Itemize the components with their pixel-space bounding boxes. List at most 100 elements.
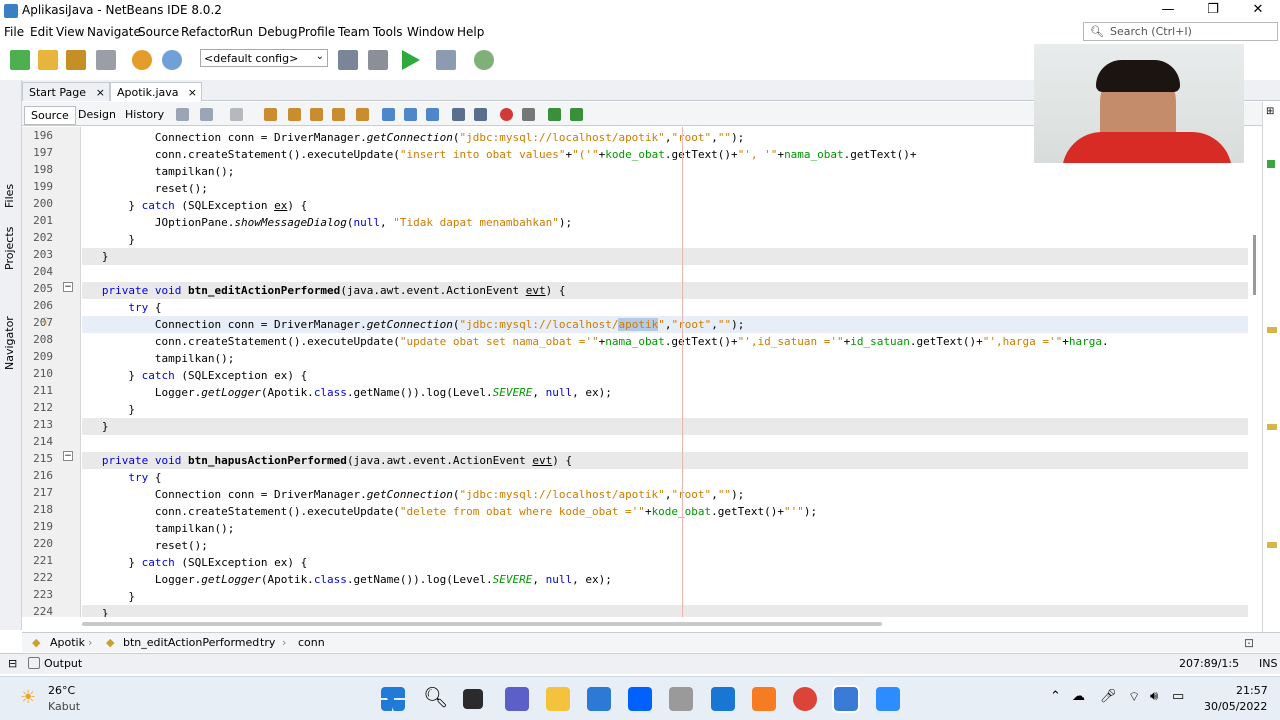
menu-team[interactable]: Team bbox=[338, 25, 370, 39]
record-macro-icon[interactable] bbox=[500, 108, 513, 121]
build-icon[interactable] bbox=[338, 50, 358, 70]
menu-source[interactable]: Source bbox=[138, 25, 179, 39]
menu-tools[interactable]: Tools bbox=[373, 25, 403, 39]
close-icon[interactable]: × bbox=[96, 86, 105, 99]
menu-navigate[interactable]: Navigate bbox=[87, 25, 141, 39]
toggle-bookmark-icon[interactable] bbox=[426, 108, 439, 121]
files-panel-tab[interactable]: Files bbox=[3, 184, 16, 208]
last-edit-icon[interactable] bbox=[176, 108, 189, 121]
hint-bulb-icon[interactable]: 💡︎ bbox=[42, 315, 50, 329]
minimize-button[interactable]: — bbox=[1146, 0, 1190, 22]
toggle-highlight-icon[interactable] bbox=[332, 108, 345, 121]
projects-panel-tab[interactable]: Projects bbox=[3, 227, 16, 270]
weather-temp[interactable]: 26°C bbox=[48, 684, 75, 697]
find-prev-icon[interactable] bbox=[288, 108, 301, 121]
menu-window[interactable]: Window bbox=[407, 25, 454, 39]
uncomment-icon[interactable] bbox=[570, 108, 583, 121]
redo-icon[interactable] bbox=[162, 50, 182, 70]
menu-profile[interactable]: Profile bbox=[298, 25, 335, 39]
file-explorer-icon[interactable] bbox=[546, 687, 570, 711]
virtualbox-icon[interactable] bbox=[832, 685, 860, 713]
task-view-icon[interactable] bbox=[463, 689, 483, 709]
scroll-thumb[interactable] bbox=[82, 622, 882, 626]
code-editor[interactable]: Connection conn = DriverManager.getConne… bbox=[82, 127, 1248, 617]
menu-run[interactable]: Run bbox=[230, 25, 253, 39]
close-window-button[interactable]: ✕ bbox=[1236, 0, 1280, 22]
warning-marker-icon[interactable] bbox=[1267, 424, 1277, 430]
new-project-icon[interactable] bbox=[38, 50, 58, 70]
comment-icon[interactable] bbox=[548, 108, 561, 121]
warning-marker-icon[interactable] bbox=[1267, 542, 1277, 548]
clock-time[interactable]: 21:57 bbox=[1236, 684, 1268, 697]
debug-icon[interactable] bbox=[436, 50, 456, 70]
tab-start-page[interactable]: Start Page × bbox=[22, 82, 110, 101]
xampp-icon[interactable] bbox=[752, 687, 776, 711]
run-icon[interactable] bbox=[402, 50, 420, 70]
store-icon[interactable] bbox=[587, 687, 611, 711]
prev-bookmark-icon[interactable] bbox=[382, 108, 395, 121]
menu-view[interactable]: View bbox=[56, 25, 84, 39]
config-select[interactable]: <default config> ⌄ bbox=[200, 49, 328, 67]
battery-icon[interactable]: ▭ bbox=[1172, 689, 1184, 704]
chrome-icon[interactable] bbox=[793, 687, 817, 711]
search-input[interactable]: 🔍︎ Search (Ctrl+I) bbox=[1083, 22, 1278, 41]
dropbox-icon[interactable] bbox=[628, 687, 652, 711]
breadcrumb-item[interactable]: try bbox=[260, 636, 275, 649]
warning-marker-icon[interactable] bbox=[1267, 327, 1277, 333]
next-bookmark-icon[interactable] bbox=[404, 108, 417, 121]
toggle-rect-select-icon[interactable] bbox=[356, 108, 369, 121]
tab-history[interactable]: History bbox=[119, 106, 170, 123]
cloud-icon[interactable]: ☁ bbox=[1072, 689, 1085, 704]
line-number: 222 bbox=[33, 571, 53, 584]
tab-source[interactable]: Source bbox=[24, 106, 76, 125]
close-icon[interactable]: × bbox=[188, 86, 197, 99]
vertical-scrollbar[interactable] bbox=[1248, 127, 1262, 617]
undo-icon[interactable] bbox=[132, 50, 152, 70]
clean-build-icon[interactable] bbox=[368, 50, 388, 70]
open-project-icon[interactable] bbox=[66, 50, 86, 70]
find-next-icon[interactable] bbox=[310, 108, 323, 121]
maximize-editor-icon[interactable]: ⊞ bbox=[1266, 106, 1274, 117]
fold-toggle-icon[interactable]: − bbox=[63, 282, 73, 292]
maximize-button[interactable]: ❐ bbox=[1191, 0, 1235, 22]
zoom-icon[interactable] bbox=[876, 687, 900, 711]
stop-macro-icon[interactable] bbox=[522, 108, 535, 121]
menu-file[interactable]: File bbox=[4, 25, 24, 39]
forward-icon[interactable] bbox=[230, 108, 243, 121]
find-icon[interactable] bbox=[264, 108, 277, 121]
shift-right-icon[interactable] bbox=[474, 108, 487, 121]
speaker-icon[interactable]: 🔊︎ bbox=[1150, 689, 1158, 704]
line-number: 220 bbox=[33, 537, 53, 550]
microphone-icon[interactable]: 🎤︎ bbox=[1100, 689, 1117, 704]
navigator-panel-tab[interactable]: Navigator bbox=[3, 316, 16, 370]
fold-toggle-icon[interactable]: − bbox=[63, 451, 73, 461]
breadcrumb-item[interactable]: Apotik bbox=[50, 636, 85, 649]
horizontal-scrollbar[interactable] bbox=[82, 620, 1248, 628]
new-file-icon[interactable] bbox=[10, 50, 30, 70]
save-all-icon[interactable] bbox=[96, 50, 116, 70]
back-icon[interactable] bbox=[200, 108, 213, 121]
teams-chat-icon[interactable] bbox=[505, 687, 529, 711]
search-icon[interactable]: 🔍︎ bbox=[423, 685, 448, 709]
tab-design[interactable]: Design bbox=[72, 106, 122, 123]
document-icon[interactable] bbox=[711, 687, 735, 711]
amazon-icon[interactable] bbox=[669, 687, 693, 711]
chevron-up-icon[interactable]: ⌃ bbox=[1050, 689, 1061, 704]
profile-icon[interactable] bbox=[474, 50, 494, 70]
breadcrumb-item[interactable]: conn bbox=[298, 636, 325, 649]
wifi-icon[interactable]: ⌔ bbox=[1128, 689, 1140, 705]
clock-date[interactable]: 30/05/2022 bbox=[1204, 700, 1267, 713]
menu-refactor[interactable]: Refactor bbox=[181, 25, 231, 39]
output-tab[interactable]: Output bbox=[44, 657, 82, 670]
scroll-thumb[interactable] bbox=[1253, 235, 1256, 295]
shift-left-icon[interactable] bbox=[452, 108, 465, 121]
menu-edit[interactable]: Edit bbox=[30, 25, 53, 39]
menu-debug[interactable]: Debug bbox=[258, 25, 297, 39]
tab-apotik-java[interactable]: Apotik.java × bbox=[110, 82, 202, 101]
breadcrumb-item[interactable]: btn_editActionPerformed bbox=[123, 636, 259, 649]
code-line: Connection conn = DriverManager.getConne… bbox=[82, 488, 745, 501]
code-line: tampilkan(); bbox=[82, 522, 235, 535]
windows-start-icon[interactable] bbox=[381, 687, 405, 711]
breadcrumb-icon[interactable]: ⊡ bbox=[1244, 636, 1254, 650]
menu-help[interactable]: Help bbox=[457, 25, 484, 39]
